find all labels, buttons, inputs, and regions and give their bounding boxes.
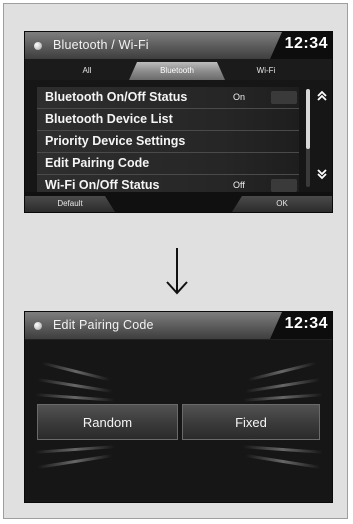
fixed-button[interactable]: Fixed (182, 404, 320, 440)
tab-bluetooth[interactable]: Bluetooth (129, 62, 225, 80)
list-item-edit-pairing-code[interactable]: Edit Pairing Code (37, 153, 299, 175)
screen-title: Edit Pairing Code (53, 318, 154, 332)
screen-title: Bluetooth / Wi-Fi (53, 38, 149, 52)
list-item-priority-device[interactable]: Priority Device Settings (37, 131, 299, 153)
random-button[interactable]: Random (37, 404, 178, 440)
list-item-label: Priority Device Settings (45, 134, 186, 148)
status-indicator (271, 179, 297, 192)
list-item-label: Wi-Fi On/Off Status (45, 178, 160, 192)
title-bullet-icon (34, 42, 42, 50)
scroll-down-icon[interactable] (315, 168, 329, 183)
tab-all[interactable]: All (55, 62, 119, 80)
status-indicator (271, 91, 297, 104)
down-arrow-icon (164, 246, 190, 296)
bluetooth-wifi-screen: Bluetooth / Wi-Fi 12:34 All Bluetooth Wi… (25, 32, 332, 212)
list-item-label: Edit Pairing Code (45, 156, 150, 170)
clock: 12:34 (284, 315, 328, 332)
list-item-value: Off (233, 180, 245, 190)
bottom-bar: Default OK (25, 192, 332, 212)
list-item-label: Bluetooth Device List (45, 112, 173, 126)
scroll-up-icon[interactable] (315, 90, 329, 105)
list-item-bluetooth-status[interactable]: Bluetooth On/Off Status On (37, 87, 299, 109)
tab-bar: All Bluetooth Wi-Fi (25, 59, 332, 80)
tab-wifi[interactable]: Wi-Fi (231, 62, 301, 80)
default-button[interactable]: Default (25, 196, 115, 212)
clock: 12:34 (284, 35, 328, 52)
title-bullet-icon (34, 322, 42, 330)
title-bar: Bluetooth / Wi-Fi 12:34 (25, 32, 332, 60)
title-bar: Edit Pairing Code 12:34 (25, 312, 332, 340)
list-item-device-list[interactable]: Bluetooth Device List (37, 109, 299, 131)
settings-list: Bluetooth On/Off Status On Bluetooth Dev… (37, 87, 299, 197)
list-item-value: On (233, 92, 246, 102)
list-item-label: Bluetooth On/Off Status (45, 90, 188, 104)
scrollbar-thumb[interactable] (306, 89, 310, 149)
ok-button[interactable]: OK (232, 196, 332, 212)
scrollbar[interactable] (306, 89, 310, 187)
edit-pairing-code-screen: Edit Pairing Code 12:34 Random Fixed (25, 312, 332, 502)
